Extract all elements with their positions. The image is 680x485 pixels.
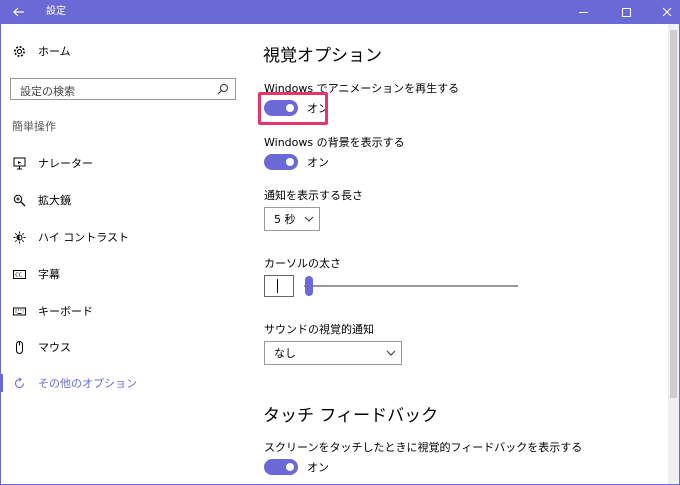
svg-text:CC: CC (15, 272, 22, 278)
sound-notification-label: サウンドの視覚的通知 (264, 323, 374, 336)
close-icon (662, 7, 672, 17)
background-toggle[interactable]: オン (264, 154, 329, 170)
sidebar-item-narrator[interactable]: ナレーター (12, 153, 93, 173)
high-contrast-icon (12, 230, 26, 244)
sidebar-item-mouse[interactable]: マウス (12, 337, 71, 357)
selected-value: なし (274, 347, 296, 360)
selection-indicator (0, 374, 3, 392)
back-button[interactable] (0, 0, 38, 24)
background-setting-label: Windows の背景を表示する (264, 136, 405, 149)
maximize-icon (621, 7, 631, 17)
cursor-thickness-slider-thumb[interactable] (305, 276, 313, 296)
mouse-icon (12, 340, 26, 354)
toggle-switch[interactable] (264, 154, 298, 170)
search-placeholder: 設定の検索 (20, 85, 75, 98)
toggle-knob (286, 158, 294, 166)
search-input[interactable]: 設定の検索 (10, 78, 236, 100)
sound-notification-select[interactable]: なし (264, 341, 402, 365)
section-heading: 簡単操作 (12, 120, 56, 133)
sidebar-item-home[interactable]: ホーム (12, 41, 71, 61)
touch-feedback-toggle[interactable]: オン (264, 459, 329, 475)
minimize-icon (578, 11, 588, 13)
cursor-preview (264, 275, 294, 297)
window-title: 設定 (46, 6, 66, 17)
notification-duration-label: 通知を表示する長さ (264, 189, 363, 202)
cursor-thickness-label: カーソルの太さ (264, 257, 341, 270)
notification-duration-select[interactable]: 5 秒 (264, 207, 320, 231)
title-bar: 設定 (0, 0, 680, 24)
sidebar-item-label: マウス (38, 341, 71, 354)
toggle-switch[interactable] (264, 459, 298, 475)
sidebar-item-label: ホーム (38, 45, 71, 58)
cursor-thickness-slider-track[interactable] (304, 285, 518, 287)
back-arrow-icon (13, 7, 24, 17)
sidebar-item-other-options[interactable]: その他のオプション (12, 373, 137, 393)
magnifier-icon (12, 193, 26, 207)
highlight-box (258, 92, 328, 125)
maximize-button[interactable] (611, 0, 641, 24)
sidebar-item-high-contrast[interactable]: ハイ コントラスト (12, 227, 129, 247)
touch-feedback-label: スクリーンをタッチしたときに視覚的フィードバックを表示する (264, 441, 583, 454)
touch-feedback-heading: タッチ フィードバック (263, 406, 439, 426)
chevron-down-icon (299, 216, 319, 222)
sidebar-item-label: キーボード (38, 305, 93, 318)
sidebar-item-label: 字幕 (38, 268, 60, 281)
toggle-state: オン (307, 156, 329, 169)
sidebar-item-keyboard[interactable]: キーボード (12, 301, 93, 321)
gear-icon (12, 44, 26, 58)
sidebar-item-magnifier[interactable]: 拡大鏡 (12, 190, 71, 210)
scrollbar-thumb[interactable] (670, 30, 677, 398)
chevron-down-icon (381, 350, 401, 356)
toggle-knob (286, 463, 294, 471)
sidebar-item-label: ナレーター (38, 157, 93, 170)
cursor-preview-line (277, 279, 278, 293)
toggle-state: オン (307, 461, 329, 474)
narrator-icon (12, 156, 26, 170)
sidebar-item-label: 拡大鏡 (38, 194, 71, 207)
minimize-button[interactable] (568, 0, 598, 24)
captions-icon: CC (12, 267, 26, 281)
close-button[interactable] (652, 0, 680, 24)
keyboard-icon (12, 304, 26, 318)
sidebar-item-captions[interactable]: CC 字幕 (12, 264, 60, 284)
other-options-icon (12, 376, 26, 390)
selected-value: 5 秒 (274, 213, 296, 226)
sidebar-item-label: ハイ コントラスト (38, 231, 130, 244)
search-icon[interactable] (216, 82, 230, 96)
sidebar-item-label: その他のオプション (38, 377, 137, 390)
page-title: 視覚オプション (263, 46, 382, 66)
